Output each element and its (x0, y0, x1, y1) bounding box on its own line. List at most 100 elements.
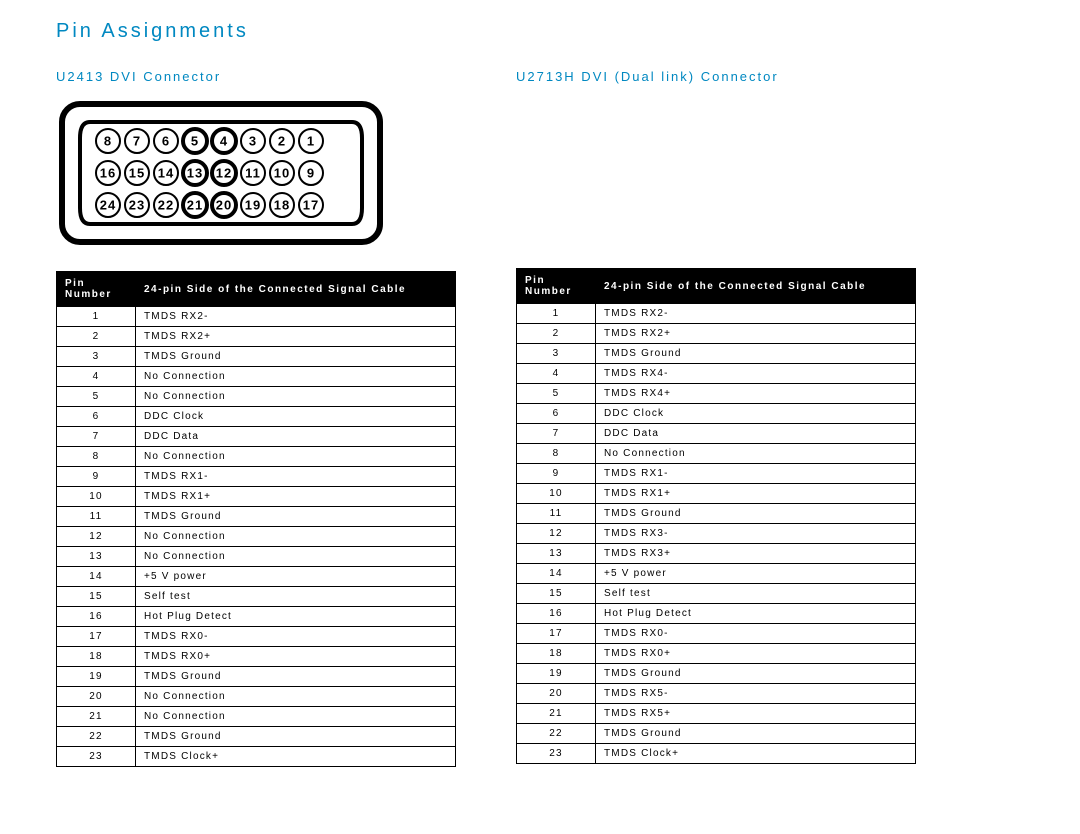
right-pin-signal: TMDS RX4+ (596, 384, 916, 404)
right-pin-number: 23 (517, 744, 596, 764)
left-pin-signal: No Connection (136, 447, 456, 467)
left-pin-number: 6 (57, 407, 136, 427)
table-row: 21No Connection (57, 707, 456, 727)
left-pin-number: 22 (57, 727, 136, 747)
right-pin-signal: TMDS RX5- (596, 684, 916, 704)
table-row: 5No Connection (57, 387, 456, 407)
left-pin-number: 21 (57, 707, 136, 727)
left-pin-number: 11 (57, 507, 136, 527)
table-row: 16Hot Plug Detect (517, 604, 916, 624)
right-pin-number: 3 (517, 344, 596, 364)
table-row: 13TMDS RX3+ (517, 544, 916, 564)
svg-text:10: 10 (274, 166, 290, 181)
right-pin-signal: DDC Clock (596, 404, 916, 424)
left-pin-signal: No Connection (136, 687, 456, 707)
right-pin-number: 1 (517, 304, 596, 324)
table-row: 10TMDS RX1+ (57, 487, 456, 507)
spacer (516, 98, 916, 268)
table-row: 6DDC Clock (517, 404, 916, 424)
right-pin-number: 21 (517, 704, 596, 724)
left-pin-number: 17 (57, 627, 136, 647)
table-row: 8No Connection (517, 444, 916, 464)
left-pin-number: 20 (57, 687, 136, 707)
table-row: 10TMDS RX1+ (517, 484, 916, 504)
table-row: 18TMDS RX0+ (57, 647, 456, 667)
left-pin-number: 16 (57, 607, 136, 627)
left-pin-signal: DDC Clock (136, 407, 456, 427)
right-pin-signal: TMDS RX4- (596, 364, 916, 384)
left-pin-signal: TMDS Ground (136, 667, 456, 687)
right-pin-signal: No Connection (596, 444, 916, 464)
table-row: 21TMDS RX5+ (517, 704, 916, 724)
right-pin-signal: TMDS RX5+ (596, 704, 916, 724)
table-row: 3TMDS Ground (57, 347, 456, 367)
left-pin-table: Pin Number 24-pin Side of the Connected … (56, 271, 456, 767)
table-row: 1TMDS RX2- (57, 307, 456, 327)
table-row: 12TMDS RX3- (517, 524, 916, 544)
right-pin-number: 18 (517, 644, 596, 664)
left-pin-signal: TMDS Ground (136, 347, 456, 367)
right-pin-signal: DDC Data (596, 424, 916, 444)
svg-text:12: 12 (216, 166, 232, 181)
right-pin-signal: TMDS RX1+ (596, 484, 916, 504)
left-connector-block: U2413 DVI Connector 87654321161514131211… (56, 63, 456, 767)
right-pin-signal: +5 V power (596, 564, 916, 584)
left-pin-signal: TMDS Clock+ (136, 747, 456, 767)
table-row: 8No Connection (57, 447, 456, 467)
table-row: 2TMDS RX2+ (57, 327, 456, 347)
table-row: 4No Connection (57, 367, 456, 387)
right-pin-number: 15 (517, 584, 596, 604)
table-row: 2TMDS RX2+ (517, 324, 916, 344)
right-header-signal: 24-pin Side of the Connected Signal Cabl… (596, 269, 916, 304)
svg-text:13: 13 (187, 166, 203, 181)
right-pin-signal: TMDS RX1- (596, 464, 916, 484)
left-pin-signal: No Connection (136, 547, 456, 567)
right-pin-signal: Self test (596, 584, 916, 604)
table-row: 19TMDS Ground (57, 667, 456, 687)
svg-text:6: 6 (162, 134, 170, 149)
svg-text:19: 19 (245, 198, 261, 213)
left-pin-signal: Self test (136, 587, 456, 607)
right-pin-number: 17 (517, 624, 596, 644)
table-row: 15Self test (517, 584, 916, 604)
right-pin-number: 19 (517, 664, 596, 684)
table-row: 12No Connection (57, 527, 456, 547)
right-pin-number: 22 (517, 724, 596, 744)
right-subtitle: U2713H DVI (Dual link) Connector (516, 69, 916, 84)
left-pin-number: 8 (57, 447, 136, 467)
right-pin-signal: TMDS Ground (596, 724, 916, 744)
right-pin-signal: TMDS RX2- (596, 304, 916, 324)
table-row: 14+5 V power (517, 564, 916, 584)
left-pin-number: 9 (57, 467, 136, 487)
left-pin-signal: TMDS RX0- (136, 627, 456, 647)
right-header-pin: Pin Number (517, 269, 596, 304)
right-pin-signal: TMDS Ground (596, 664, 916, 684)
right-pin-number: 6 (517, 404, 596, 424)
svg-text:5: 5 (191, 134, 199, 149)
table-row: 17TMDS RX0- (57, 627, 456, 647)
right-pin-number: 12 (517, 524, 596, 544)
table-row: 22TMDS Ground (517, 724, 916, 744)
left-pin-signal: TMDS RX1- (136, 467, 456, 487)
svg-text:4: 4 (220, 134, 228, 149)
left-pin-signal: TMDS RX1+ (136, 487, 456, 507)
svg-text:15: 15 (129, 166, 145, 181)
svg-text:17: 17 (303, 198, 319, 213)
left-pin-number: 12 (57, 527, 136, 547)
left-pin-signal: DDC Data (136, 427, 456, 447)
svg-text:23: 23 (129, 198, 145, 213)
left-pin-number: 15 (57, 587, 136, 607)
svg-text:21: 21 (187, 198, 203, 213)
svg-text:11: 11 (245, 166, 261, 181)
table-row: 18TMDS RX0+ (517, 644, 916, 664)
left-pin-signal: No Connection (136, 387, 456, 407)
left-pin-signal: TMDS RX2- (136, 307, 456, 327)
table-row: 9TMDS RX1- (57, 467, 456, 487)
table-row: 23TMDS Clock+ (57, 747, 456, 767)
svg-text:14: 14 (158, 166, 174, 181)
right-pin-table: Pin Number 24-pin Side of the Connected … (516, 268, 916, 764)
table-row: 7DDC Data (517, 424, 916, 444)
svg-text:20: 20 (216, 198, 232, 213)
left-pin-signal: TMDS Ground (136, 507, 456, 527)
table-row: 20No Connection (57, 687, 456, 707)
